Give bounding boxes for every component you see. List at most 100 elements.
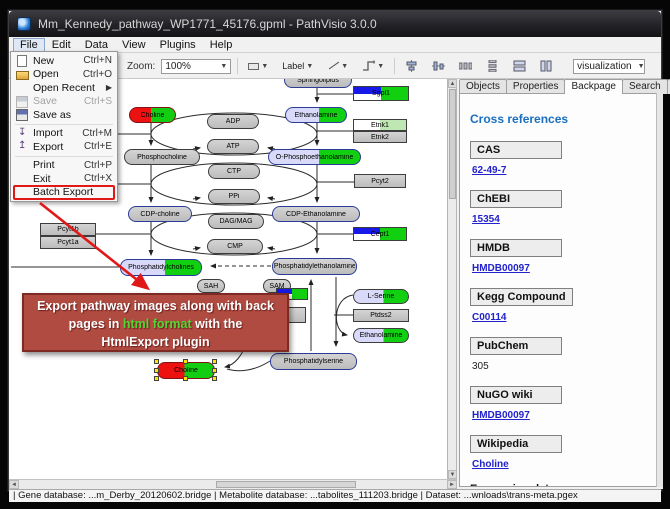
xref-link[interactable]: Choline xyxy=(472,459,650,470)
file-menu-item-save-as[interactable]: Save as xyxy=(12,108,116,122)
pathway-node-dag-mag[interactable]: DAG/MAG xyxy=(208,214,264,229)
file-menu-item-open-recent[interactable]: Open Recent▶ xyxy=(12,81,116,95)
xref-link[interactable]: HMDB00097 xyxy=(472,263,650,274)
pathway-node-ethanolamine[interactable]: Ethanolamine xyxy=(285,107,347,123)
open-folder-icon xyxy=(15,69,29,80)
menu-item-label: Import xyxy=(33,127,82,139)
zoom-combobox[interactable]: 100% ▼ xyxy=(161,59,231,74)
scroll-left-icon[interactable]: ◄ xyxy=(9,480,19,489)
panel-scrollbar[interactable] xyxy=(656,93,663,487)
selection-handle[interactable] xyxy=(154,368,159,373)
horizontal-scroll-thumb[interactable] xyxy=(216,481,356,488)
align-center-y-button[interactable] xyxy=(428,58,449,74)
pathway-node-phosphocholine[interactable]: Phosphocholine xyxy=(124,149,200,165)
pathway-node-phosphatidylserine[interactable]: Phosphatidylserine xyxy=(270,353,357,370)
pathway-node-sah[interactable]: SAH xyxy=(197,279,225,293)
selection-handle[interactable] xyxy=(212,376,217,381)
canvas-vertical-scrollbar[interactable]: ▲ ▼ xyxy=(448,79,457,479)
distribute-vertical-button[interactable] xyxy=(482,58,503,74)
chevron-down-icon: ▼ xyxy=(638,63,645,70)
file-menu-item-import[interactable]: ImportCtrl+M xyxy=(12,127,116,141)
menubar-item-edit[interactable]: Edit xyxy=(45,38,78,52)
file-menu-item-exit[interactable]: ExitCtrl+X xyxy=(12,172,116,186)
pathway-node-sgpl1[interactable]: Sgpl1 xyxy=(353,86,409,101)
file-menu-item-print[interactable]: PrintCtrl+P xyxy=(12,159,116,173)
tab-legend[interactable]: Legend xyxy=(667,79,670,94)
export-icon xyxy=(15,141,29,152)
scroll-up-icon[interactable]: ▲ xyxy=(448,79,457,88)
tab-properties[interactable]: Properties xyxy=(506,79,566,94)
menu-item-label: Exit xyxy=(33,173,84,185)
menubar-item-file[interactable]: File xyxy=(13,38,45,52)
tab-objects[interactable]: Objects xyxy=(459,79,507,94)
pathway-node-cmp[interactable]: CMP xyxy=(207,239,263,254)
file-menu-item-open[interactable]: OpenCtrl+O xyxy=(12,68,116,82)
pathway-node-choline[interactable]: Choline xyxy=(157,362,215,379)
pathway-node-l-serine[interactable]: L-Serine xyxy=(353,289,409,304)
datanode-tool-button[interactable]: ▼ xyxy=(244,61,272,72)
selection-handle[interactable] xyxy=(183,359,188,364)
xref-link[interactable]: C00114 xyxy=(472,312,650,323)
pathway-node-ctp[interactable]: CTP xyxy=(208,164,260,179)
pathway-node-cdp-choline[interactable]: CDP-choline xyxy=(128,206,192,222)
menubar-item-plugins[interactable]: Plugins xyxy=(153,38,203,52)
node-label: Ptdss2 xyxy=(370,312,391,319)
align-center-x-button[interactable] xyxy=(401,58,422,74)
callout-line2a: pages in xyxy=(69,317,123,331)
node-label: CMP xyxy=(227,243,243,250)
scroll-down-icon[interactable]: ▼ xyxy=(448,470,457,479)
selection-handle[interactable] xyxy=(154,376,159,381)
file-menu-item-export[interactable]: ExportCtrl+E xyxy=(12,140,116,154)
match-width-button[interactable] xyxy=(509,58,530,74)
tab-search[interactable]: Search xyxy=(622,79,668,94)
menu-icon-spacer xyxy=(15,187,29,198)
pathway-node-phosphatidylethanolamine[interactable]: Phosphatidylethanolamine xyxy=(272,258,357,275)
canvas-horizontal-scrollbar[interactable]: ◄ ► xyxy=(9,479,457,489)
menubar-item-data[interactable]: Data xyxy=(78,38,115,52)
pathway-node-o-phosphoethanolamine[interactable]: O-Phosphoethanolamine xyxy=(268,149,361,165)
node-label: Choline xyxy=(174,367,198,374)
pathway-node-cept1[interactable]: Cept1 xyxy=(353,227,407,241)
pathway-node-etnk1[interactable]: Etnk1 xyxy=(353,119,407,131)
line-tool-button[interactable]: ▼ xyxy=(323,58,352,74)
pathway-node-etnk2[interactable]: Etnk2 xyxy=(353,131,407,143)
match-height-button[interactable] xyxy=(536,58,557,74)
selection-handle[interactable] xyxy=(212,359,217,364)
distribute-horizontal-button[interactable] xyxy=(455,58,476,74)
selection-handle[interactable] xyxy=(183,376,188,381)
menu-item-label: Save xyxy=(33,95,84,107)
xref-link[interactable]: 62-49-7 xyxy=(472,165,650,176)
xref-link[interactable]: HMDB00097 xyxy=(472,410,650,421)
pathway-node-cdp-ethanolamine[interactable]: CDP-Ethanolamine xyxy=(272,206,360,222)
visualization-combobox[interactable]: visualization ▼ xyxy=(573,59,645,74)
node-label: L-Serine xyxy=(368,293,394,300)
connector-tool-button[interactable]: ▼ xyxy=(358,58,388,74)
menubar-item-view[interactable]: View xyxy=(115,38,153,52)
pathway-node-atp[interactable]: ATP xyxy=(207,139,259,154)
menubar-item-help[interactable]: Help xyxy=(203,38,240,52)
pathway-node-ppi[interactable]: PPi xyxy=(208,189,260,204)
pathway-node-ethanolamine[interactable]: Ethanolamine xyxy=(353,328,409,343)
pathway-node-pcyt1b[interactable]: Pcyt1b xyxy=(40,223,96,236)
node-label: Etnk2 xyxy=(371,134,389,141)
selection-handle[interactable] xyxy=(154,359,159,364)
pathway-node-choline[interactable]: Choline xyxy=(129,107,176,123)
file-menu-item-new[interactable]: NewCtrl+N xyxy=(12,54,116,68)
file-menu-dropdown: NewCtrl+NOpenCtrl+OOpen Recent▶SaveCtrl+… xyxy=(10,51,118,202)
selection-handle[interactable] xyxy=(212,368,217,373)
node-label: Phosphatidylcholines xyxy=(128,264,194,271)
pathway-node-ptdss2[interactable]: Ptdss2 xyxy=(353,309,409,322)
pathway-node-phosphatidylcholines[interactable]: Phosphatidylcholines xyxy=(120,259,202,276)
pathway-node-adp[interactable]: ADP xyxy=(207,114,259,129)
tab-backpage[interactable]: Backpage xyxy=(564,79,622,94)
file-menu-item-batch-export[interactable]: Batch Export xyxy=(12,186,116,200)
vertical-scroll-thumb[interactable] xyxy=(449,89,456,199)
pathway-node-pcyt1a[interactable]: Pcyt1a xyxy=(40,236,96,249)
xref-database-name: NuGO wiki xyxy=(470,386,562,404)
title-bar[interactable]: Mm_Kennedy_pathway_WP1771_45176.gpml - P… xyxy=(9,11,661,37)
pathway-node-sphingolipids[interactable]: Sphingolipids xyxy=(284,79,352,88)
scroll-right-icon[interactable]: ► xyxy=(447,480,457,489)
label-tool-button[interactable]: Label ▼ xyxy=(278,59,317,73)
xref-link[interactable]: 15354 xyxy=(472,214,650,225)
pathway-node-pcyt2[interactable]: Pcyt2 xyxy=(354,174,406,188)
